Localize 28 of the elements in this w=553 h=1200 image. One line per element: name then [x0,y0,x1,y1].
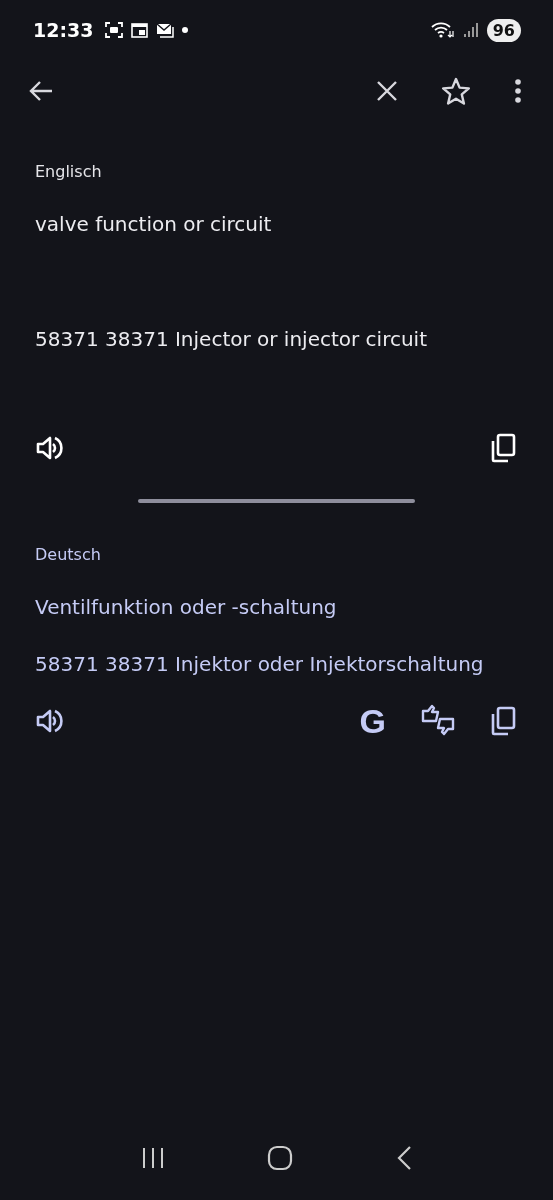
calendar-icon [131,22,149,38]
home-button[interactable] [267,1145,294,1171]
copy-button[interactable] [490,706,516,736]
translated-text: 58371 38371 Injektor oder Injektorschaltung [35,651,485,677]
back-button[interactable] [28,79,54,103]
mail-icon [156,22,175,38]
source-text: valve function or circuit [35,211,273,237]
signal-icon [462,22,479,38]
copy-button[interactable] [490,433,516,463]
recent-apps-button[interactable] [141,1146,166,1170]
clock: 12:33 [33,19,94,41]
source-language-label: Englisch [35,161,103,183]
screenshot-icon [105,22,124,38]
battery-indicator: 96 [486,18,521,42]
target-language-label: Deutsch [35,544,102,566]
close-button[interactable] [376,80,398,102]
wifi-icon [430,21,455,39]
star-button[interactable] [441,77,471,105]
search-button[interactable]: G [359,703,386,739]
speaker-button[interactable] [35,435,63,461]
speaker-button[interactable] [35,708,63,734]
drag-handle[interactable] [138,499,415,503]
translated-text: Ventilfunktion oder -schaltung [35,594,338,620]
more-options-button[interactable] [514,79,522,103]
notification-dot-icon [182,27,189,33]
back-nav-button[interactable] [395,1145,412,1171]
source-text: 58371 38371 Injector or injector circuit [35,326,429,352]
feedback-button[interactable] [420,704,456,738]
